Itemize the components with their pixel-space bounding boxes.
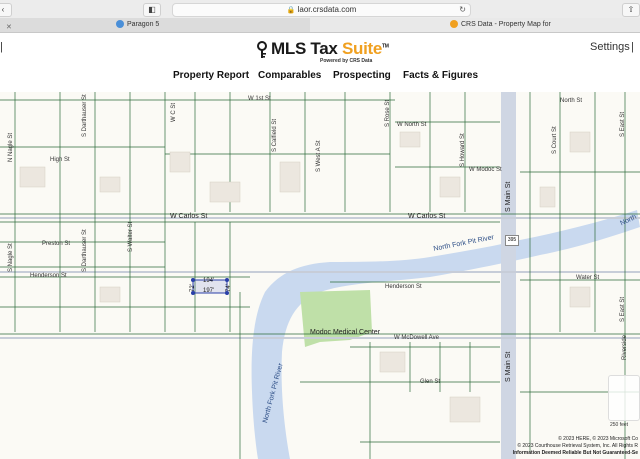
street-label: S Main St [505,181,512,212]
lock-icon: 🔒 [286,7,296,14]
street-label: Glen St [420,379,441,385]
street-label: High St [50,157,70,163]
brand-name: MLS Tax SuiteTM [271,39,389,58]
key-logo-icon [257,41,267,58]
street-label: Riverside [622,334,628,360]
main-road [501,92,516,459]
measure-label: 74' [226,284,232,292]
nav-prospecting[interactable]: Prospecting [333,70,391,81]
share-button[interactable]: ⇧ [622,3,640,17]
app-header: | MLS Tax SuiteTM Powered by CRS Data Se… [0,33,640,91]
street-label: S Court St [552,126,558,154]
back-button[interactable]: ‹ [0,3,12,17]
reload-icon[interactable]: ↻ [459,4,466,16]
street-label: S Rose St [385,99,391,127]
paragon-favicon-icon [116,20,124,29]
nav-facts-figures[interactable]: Facts & Figures [403,70,478,81]
nav-comparables[interactable]: Comparables [258,70,321,81]
tab-paragon[interactable]: ✕ Paragon 5 [0,18,300,32]
browser-toolbar: ‹ ◧ 🔒 laor.crsdata.com ↻ ⇧ [0,0,640,18]
street-label: S Darthauser St [82,94,88,137]
browser-chrome: ‹ ◧ 🔒 laor.crsdata.com ↻ ⇧ ✕ Paragon 5 C… [0,0,640,33]
street-label: N Nagle St [8,132,14,162]
tab-label: Paragon 5 [127,21,160,28]
street-label: S Darthauser St [82,229,88,272]
property-map[interactable]: W 1st St W North St North St High St W M… [0,92,640,459]
street-label: Henderson St [30,273,67,279]
street-label: S Nagle St [8,243,14,272]
street-label: W Modoc St [469,167,502,173]
tab-label: CRS Data - Property Map for [461,21,551,28]
nav-property-report[interactable]: Property Report [173,70,249,81]
tab-bar: ✕ Paragon 5 CRS Data - Property Map for [0,18,640,32]
menu-edge-icon[interactable]: | [0,41,3,53]
street-label: Henderson St [385,284,422,290]
attribution-line: © 2023 Courthouse Retrieval System, Inc.… [517,443,638,449]
street-label: Water St [576,275,600,281]
map-control-panel[interactable] [608,375,640,421]
street-label: W C St [171,103,177,122]
tab-crs-data[interactable]: CRS Data - Property Map for [310,18,640,32]
measure-label: 194' [203,278,215,284]
street-label: S Howard St [460,133,466,167]
street-label: S West A St [316,140,322,172]
measure-label: 72' [190,284,196,292]
street-label: S East St [620,111,626,137]
address-bar[interactable]: 🔒 laor.crsdata.com ↻ [172,3,471,17]
highway-shield: 395 [505,235,519,246]
attribution-line: © 2023 HERE, © 2023 Microsoft Co [558,436,638,442]
street-label: W McDowell Ave [394,335,439,341]
street-label: W 1st St [248,96,271,102]
street-label: W Carlos St [170,213,208,220]
url-text: laor.crsdata.com [297,5,357,14]
street-label: S Calfield St [272,118,278,152]
settings-link[interactable]: Settings [590,41,630,53]
measure-label: 197' [203,288,215,294]
street-label: North St [560,98,583,104]
street-label: W North St [397,122,427,128]
crs-favicon-icon [450,20,458,29]
street-label: W Carlos St [408,213,446,220]
street-label: S East St [620,296,626,322]
menu-icon[interactable]: | [631,41,634,53]
main-nav: Property Report Comparables Prospecting … [0,70,640,84]
street-label: Preston St [42,241,71,247]
scale-label: 250 feet [610,422,629,428]
street-label: S Walter St [128,221,134,252]
poi-label: Modoc Medical Center [310,329,381,336]
sidebar-toggle-button[interactable]: ◧ [143,3,161,17]
powered-by-text: Powered by CRS Data [320,58,373,64]
attribution-line: Information Deemed Reliable But Not Guar… [512,450,638,456]
street-label: S Main St [505,351,512,382]
